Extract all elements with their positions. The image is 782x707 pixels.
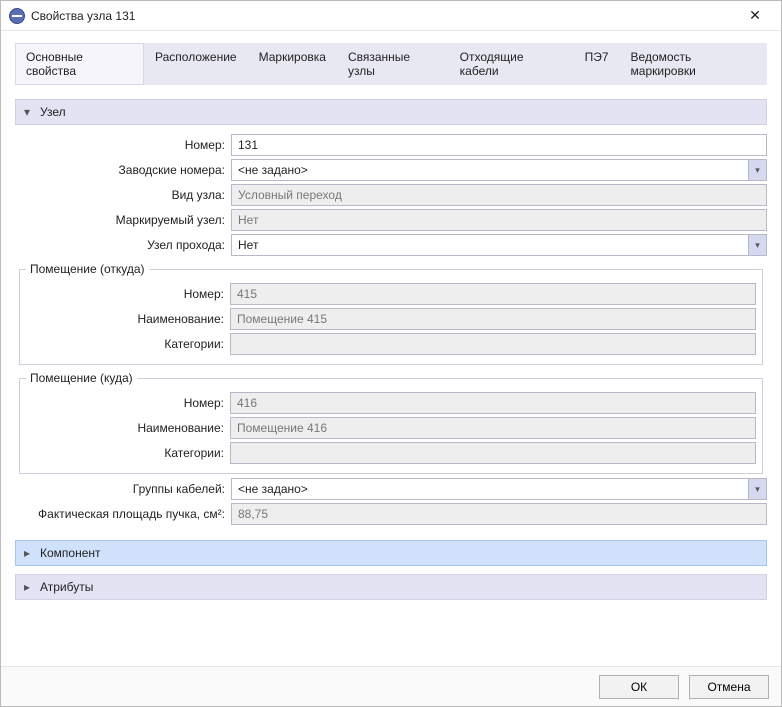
cancel-button[interactable]: Отмена	[689, 675, 769, 699]
label-room-to-name: Наименование:	[26, 421, 230, 435]
tab-marking[interactable]: Маркировка	[248, 43, 337, 85]
readonly-room-to-categories	[230, 442, 756, 464]
close-button[interactable]: ✕	[735, 2, 775, 30]
tab-location[interactable]: Расположение	[144, 43, 248, 85]
label-node-type: Вид узла:	[15, 188, 231, 202]
close-icon: ✕	[749, 7, 761, 24]
readonly-room-from-categories	[230, 333, 756, 355]
label-marked-node: Маркируемый узел:	[15, 213, 231, 227]
section-component-header[interactable]: ▸ Компонент	[15, 540, 767, 566]
titlebar: Свойства узла 131 ✕	[1, 1, 781, 31]
section-node-body: Номер: Заводские номера: <не задано> ▾	[15, 125, 767, 532]
section-attributes-title: Атрибуты	[40, 580, 93, 594]
chevron-down-icon: ▾	[748, 160, 766, 180]
chevron-right-icon: ▸	[24, 580, 34, 594]
section-node: ▾ Узел Номер: Заводские номера:	[15, 99, 767, 532]
label-room-to-categories: Категории:	[26, 446, 230, 460]
app-icon	[9, 8, 25, 24]
section-node-header[interactable]: ▾ Узел	[15, 99, 767, 125]
label-room-from-name: Наименование:	[26, 312, 230, 326]
label-room-to-number: Номер:	[26, 396, 230, 410]
readonly-room-to-name: Помещение 416	[230, 417, 756, 439]
window-title: Свойства узла 131	[31, 9, 735, 23]
label-factory-numbers: Заводские номера:	[15, 163, 231, 177]
readonly-node-type: Условный переход	[231, 184, 767, 206]
tab-bar: Основные свойства Расположение Маркировк…	[15, 43, 767, 85]
readonly-room-to-number: 416	[230, 392, 756, 414]
row-room-from-name: Наименование: Помещение 415	[26, 308, 756, 330]
tab-related-nodes[interactable]: Связанные узлы	[337, 43, 449, 85]
dialog-window: Свойства узла 131 ✕ Основные свойства Ра…	[0, 0, 782, 707]
combo-factory-numbers[interactable]: <не задано> ▾	[231, 159, 767, 181]
group-room-from-title: Помещение (откуда)	[26, 262, 149, 276]
row-room-to-categories: Категории:	[26, 442, 756, 464]
section-component-title: Компонент	[40, 546, 101, 560]
row-passage-node: Узел прохода: Нет ▾	[15, 234, 767, 256]
client-area: Основные свойства Расположение Маркировк…	[1, 31, 781, 666]
label-room-from-categories: Категории:	[26, 337, 230, 351]
chevron-down-icon: ▾	[24, 105, 34, 119]
tab-marking-sheet[interactable]: Ведомость маркировки	[620, 43, 767, 85]
row-factory-numbers: Заводские номера: <не задано> ▾	[15, 159, 767, 181]
chevron-right-icon: ▸	[24, 546, 34, 560]
combo-passage-node[interactable]: Нет ▾	[231, 234, 767, 256]
combo-factory-numbers-value: <не задано>	[238, 163, 748, 177]
label-cable-groups: Группы кабелей:	[15, 482, 231, 496]
combo-passage-node-value: Нет	[238, 238, 748, 252]
label-passage-node: Узел прохода:	[15, 238, 231, 252]
input-number[interactable]	[231, 134, 767, 156]
row-room-from-categories: Категории:	[26, 333, 756, 355]
label-room-from-number: Номер:	[26, 287, 230, 301]
row-node-type: Вид узла: Условный переход	[15, 184, 767, 206]
row-number: Номер:	[15, 134, 767, 156]
label-actual-bundle-area: Фактическая площадь пучка, см²:	[15, 507, 231, 521]
row-cable-groups: Группы кабелей: <не задано> ▾	[15, 478, 767, 500]
readonly-room-from-number: 415	[230, 283, 756, 305]
row-room-to-name: Наименование: Помещение 416	[26, 417, 756, 439]
row-room-to-number: Номер: 416	[26, 392, 756, 414]
section-attributes-header[interactable]: ▸ Атрибуты	[15, 574, 767, 600]
chevron-down-icon: ▾	[748, 235, 766, 255]
combo-cable-groups[interactable]: <не задано> ▾	[231, 478, 767, 500]
tab-outgoing-cables[interactable]: Отходящие кабели	[449, 43, 574, 85]
row-actual-bundle-area: Фактическая площадь пучка, см²: 88,75	[15, 503, 767, 525]
tab-main-properties[interactable]: Основные свойства	[15, 43, 144, 85]
panel-area: ▾ Узел Номер: Заводские номера:	[15, 99, 767, 654]
footer: ОК Отмена	[1, 666, 781, 706]
readonly-room-from-name: Помещение 415	[230, 308, 756, 330]
readonly-actual-bundle-area: 88,75	[231, 503, 767, 525]
chevron-down-icon: ▾	[748, 479, 766, 499]
row-marked-node: Маркируемый узел: Нет	[15, 209, 767, 231]
row-room-from-number: Номер: 415	[26, 283, 756, 305]
tab-pe7[interactable]: ПЭ7	[574, 43, 620, 85]
combo-cable-groups-value: <не задано>	[238, 482, 748, 496]
group-room-to: Помещение (куда) Номер: 416 Наименование…	[19, 371, 763, 474]
group-room-from: Помещение (откуда) Номер: 415 Наименован…	[19, 262, 763, 365]
label-number: Номер:	[15, 138, 231, 152]
section-node-title: Узел	[40, 105, 66, 119]
ok-button[interactable]: ОК	[599, 675, 679, 699]
group-room-to-title: Помещение (куда)	[26, 371, 137, 385]
readonly-marked-node: Нет	[231, 209, 767, 231]
